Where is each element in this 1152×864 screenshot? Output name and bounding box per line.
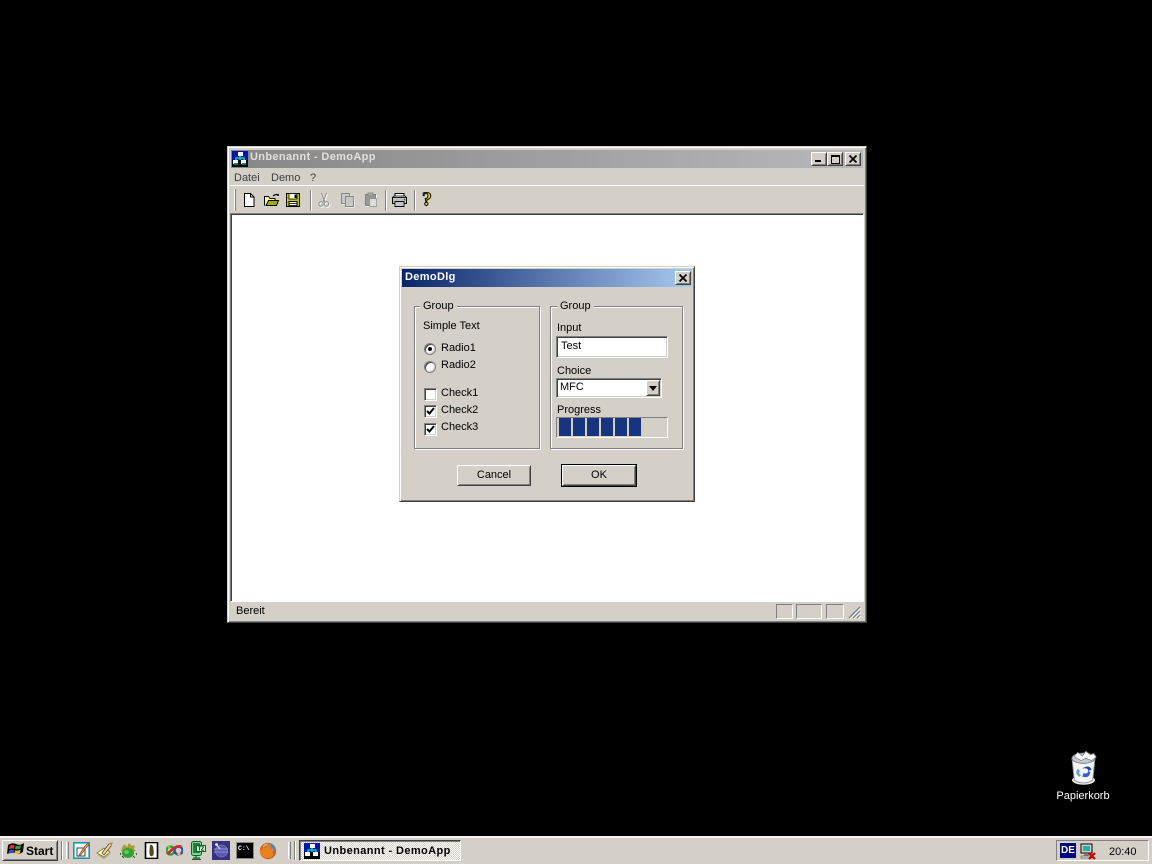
svg-text:?: ? xyxy=(422,190,432,209)
svg-text:C:\: C:\ xyxy=(238,845,250,852)
svg-text:TZ: TZ xyxy=(198,847,204,853)
